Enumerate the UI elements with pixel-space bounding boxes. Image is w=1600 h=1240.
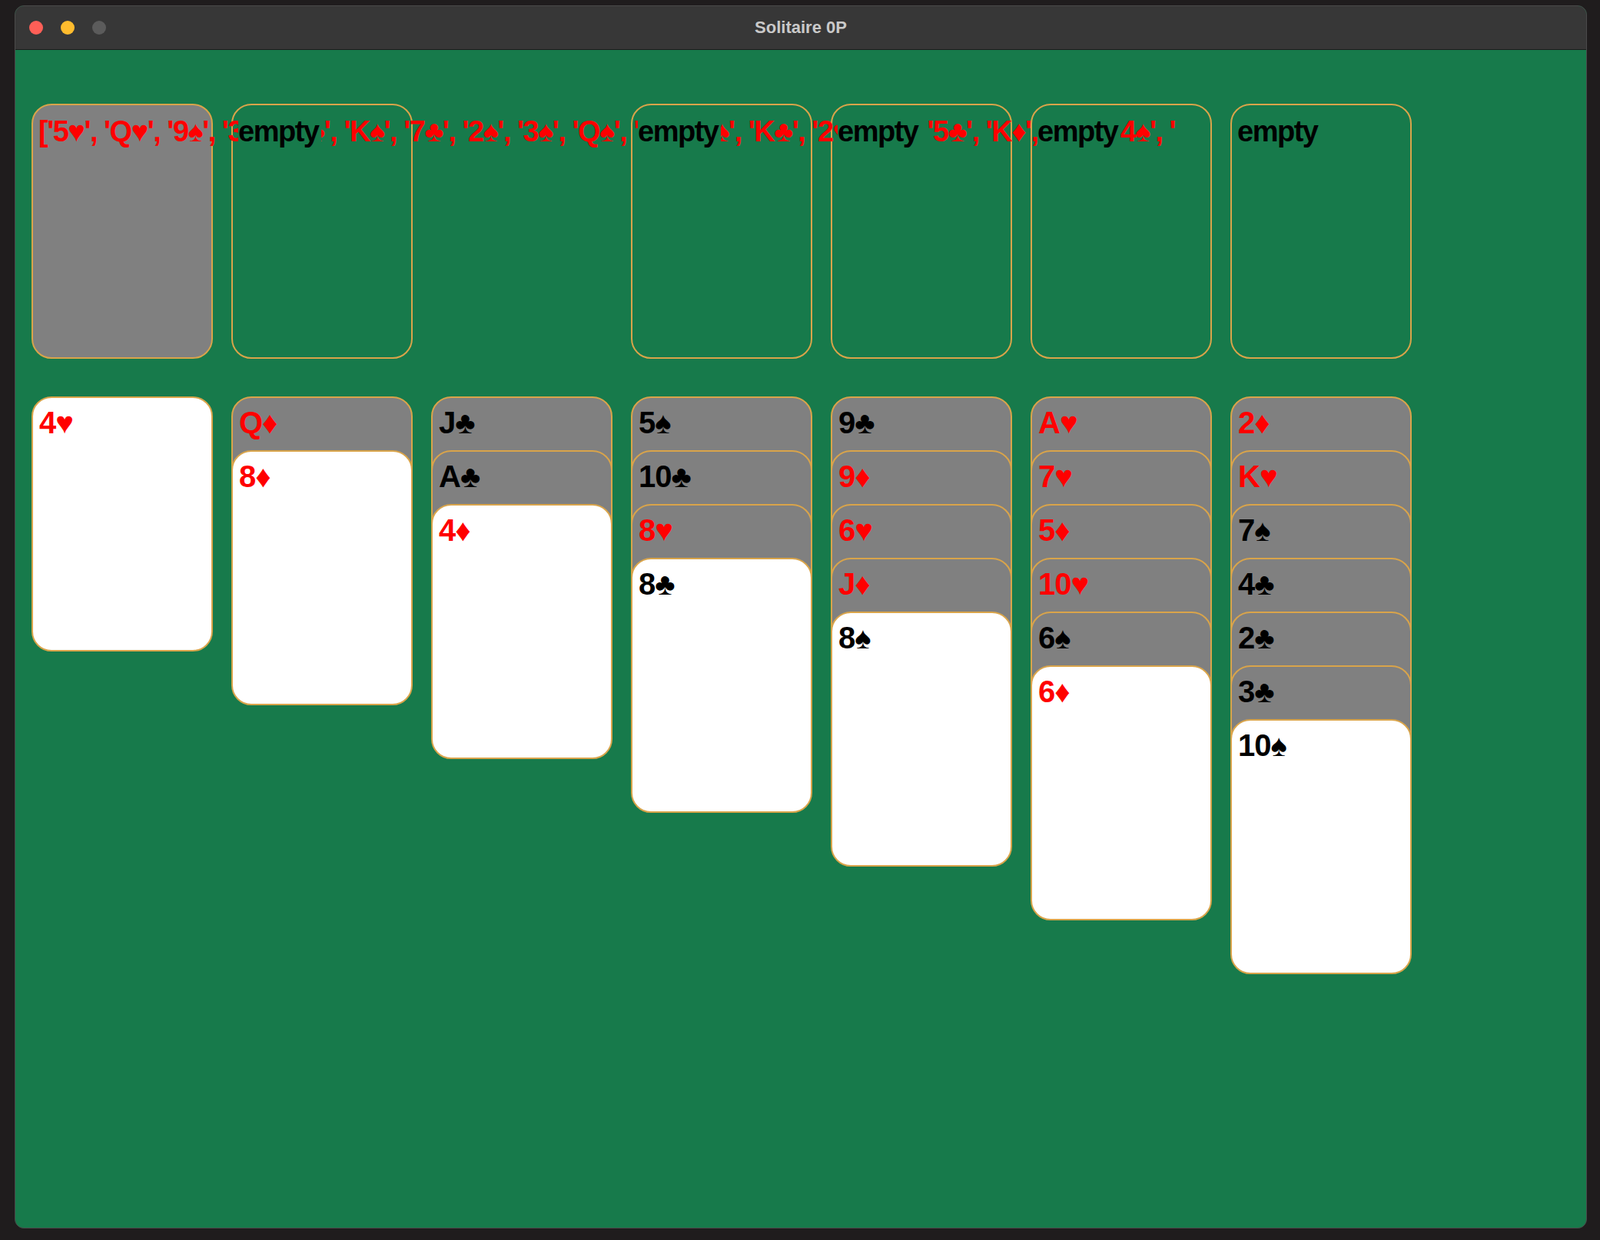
- card[interactable]: 8♠: [830, 611, 1013, 867]
- card-label: 4♦: [438, 513, 471, 548]
- tableau-column: A♥ 7♥ 5♦ 10♥ 6♠ 6♦: [1030, 396, 1212, 921]
- top-row: ['5♥', 'Q♥', '9♠', '3♥', 'Q♣', 'K♠', '7♣…: [31, 103, 1587, 359]
- card-label: 8♥: [638, 513, 673, 548]
- zoom-button-icon[interactable]: [92, 20, 107, 35]
- game-board: ['5♥', 'Q♥', '9♠', '3♥', 'Q♣', 'K♠', '7♣…: [15, 49, 1587, 1229]
- empty-label: empty: [1037, 116, 1121, 149]
- card-label: K♥: [1238, 459, 1278, 494]
- title-bar: Solitaire 0P: [15, 6, 1587, 50]
- empty-label: empty: [1237, 116, 1321, 149]
- card-label: 8♠: [838, 620, 871, 655]
- stock-list-text: ['5♥', 'Q♥', '9♠', '3♥', 'Q♣', 'K♠', '7♣…: [38, 116, 1176, 149]
- card-label: 6♦: [1038, 674, 1070, 709]
- card-label: 3♣: [1238, 674, 1275, 709]
- card-label: 8♣: [638, 567, 675, 601]
- card-label: A♥: [1038, 405, 1078, 440]
- window-title: Solitaire 0P: [754, 17, 847, 38]
- card-label: 8♦: [239, 459, 271, 494]
- minimize-button-icon[interactable]: [60, 20, 75, 35]
- card-label: 2♣: [1238, 620, 1275, 655]
- card[interactable]: 4♥: [31, 396, 213, 652]
- tableau-column: Q♦ 8♦: [231, 396, 413, 706]
- card[interactable]: 4♦: [431, 504, 613, 760]
- tableau: 4♥ Q♦ 8♦ J♣ A♣ 4♦ 5♠ 10♣ 8♥ 8♣ 9♣ 9♦ 6♥ J♦ 8♠ A♥ 7♥ 5♦ 10♥…: [31, 396, 1587, 975]
- window-controls: [29, 6, 107, 50]
- card-label: 10♣: [638, 459, 691, 494]
- tableau-column: 9♣ 9♦ 6♥ J♦ 8♠: [830, 396, 1013, 867]
- close-button-icon[interactable]: [29, 20, 44, 35]
- card-label: 4♣: [1238, 567, 1275, 601]
- card-label: 5♦: [1038, 513, 1070, 548]
- tableau-column: 4♥: [31, 396, 213, 652]
- card-label: 10♠: [1238, 728, 1287, 763]
- foundation-slot[interactable]: empty: [1230, 103, 1412, 359]
- card-label: J♦: [838, 567, 870, 601]
- card-label: 7♥: [1038, 459, 1073, 494]
- card-label: Q♦: [239, 405, 278, 440]
- game-window: Solitaire 0P ['5♥', 'Q♥', '9♠', '3♥', 'Q♣…: [14, 5, 1587, 1229]
- stock-pile[interactable]: ['5♥', 'Q♥', '9♠', '3♥', 'Q♣', 'K♠', '7♣…: [31, 103, 213, 359]
- card[interactable]: 6♦: [1030, 665, 1212, 921]
- card-label: J♣: [438, 405, 475, 440]
- card-label: 9♣: [838, 405, 875, 440]
- card[interactable]: 10♠: [1230, 719, 1412, 975]
- card[interactable]: 8♦: [231, 450, 413, 706]
- empty-label: empty: [637, 116, 721, 149]
- card-label: 5♠: [638, 405, 671, 440]
- card-label: 2♦: [1238, 405, 1270, 440]
- card-label: 6♠: [1038, 620, 1071, 655]
- card-label: 6♥: [838, 513, 873, 548]
- tableau-column: J♣ A♣ 4♦: [431, 396, 613, 760]
- tableau-column: 5♠ 10♣ 8♥ 8♣: [630, 396, 813, 814]
- card-label: 4♥: [39, 405, 74, 440]
- desktop: Solitaire 0P ['5♥', 'Q♥', '9♠', '3♥', 'Q♣…: [0, 0, 1600, 1240]
- card-label: 10♥: [1038, 567, 1089, 601]
- card-label: A♣: [438, 459, 480, 494]
- tableau-column: 2♦ K♥ 7♠ 4♣ 2♣ 3♣ 10♠: [1230, 396, 1412, 975]
- card-label: 7♠: [1238, 513, 1271, 548]
- empty-label: empty: [837, 116, 921, 149]
- empty-label: empty: [238, 116, 322, 149]
- card[interactable]: 8♣: [630, 557, 813, 814]
- card-label: 9♦: [838, 459, 870, 494]
